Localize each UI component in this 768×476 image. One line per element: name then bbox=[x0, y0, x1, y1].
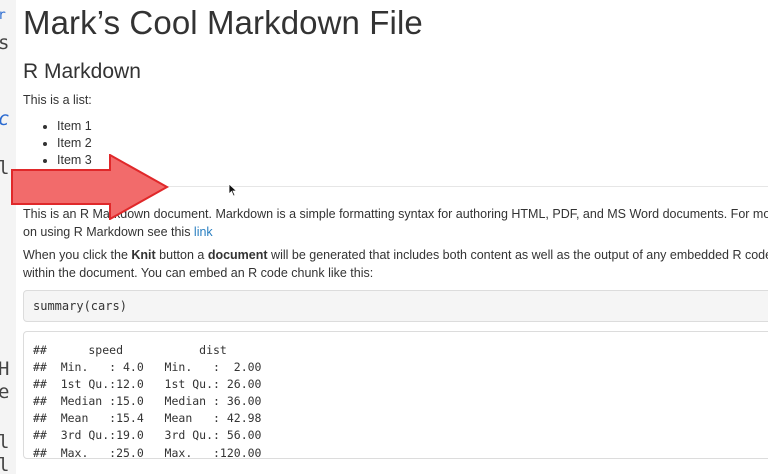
markdown-link[interactable]: link bbox=[194, 225, 213, 239]
editor-glyph: l bbox=[0, 454, 10, 476]
list-item: Item 1 bbox=[57, 118, 92, 135]
code-text: summary(cars) bbox=[33, 299, 127, 313]
document-title: Mark’s Cool Markdown File bbox=[23, 4, 423, 41]
editor-glyph: l bbox=[0, 157, 10, 179]
editor-glyph: H bbox=[0, 358, 10, 380]
red-arrow-annotation bbox=[11, 154, 170, 220]
paragraph-text: will be generated that includes both con… bbox=[267, 248, 768, 262]
editor-glyph: e bbox=[0, 381, 10, 403]
editor-glyph: c bbox=[0, 108, 9, 130]
intro-text: This is a list: bbox=[23, 93, 92, 107]
section-heading: R Markdown bbox=[23, 60, 141, 83]
code-chunk[interactable]: summary(cars) bbox=[23, 290, 768, 322]
paragraph-knit: When you click the Knit button a documen… bbox=[23, 246, 768, 282]
paragraph-text: on using R Markdown see this bbox=[23, 225, 194, 239]
paragraph-text: within the document. You can embed an R … bbox=[23, 266, 374, 280]
paragraph-text: button a bbox=[155, 248, 208, 262]
editor-glyph: s bbox=[0, 32, 10, 54]
output-line: ## Min. : 4.0 Min. : 2.00 bbox=[33, 360, 276, 375]
knit-bold: Knit bbox=[131, 248, 156, 262]
output-line: ## Max. :25.0 Max. :120.00 bbox=[33, 445, 276, 460]
output-line: ## speed dist bbox=[33, 343, 276, 357]
output-line: ## Median :15.0 Median : 36.00 bbox=[33, 394, 276, 409]
list-item: Item 2 bbox=[57, 135, 92, 152]
code-output[interactable]: ## speed dist ## Min. : 4.0 Min. : 2.00 … bbox=[23, 331, 768, 460]
editor-pane[interactable]: r s c l H e l l bbox=[0, 0, 17, 476]
paragraph-text: When you click the bbox=[23, 248, 132, 262]
editor-glyph: r bbox=[0, 8, 6, 23]
document-bold: document bbox=[207, 248, 268, 262]
output-line: ## Mean :15.4 Mean : 42.98 bbox=[33, 411, 276, 426]
editor-glyph: l bbox=[0, 431, 10, 453]
rendered-document: Mark’s Cool Markdown File R Markdown Thi… bbox=[16, 0, 768, 474]
mouse-cursor-icon bbox=[228, 183, 238, 197]
output-line: ## 1st Qu.:12.0 1st Qu.: 26.00 bbox=[33, 377, 276, 392]
output-line: ## 3rd Qu.:19.0 3rd Qu.: 56.00 bbox=[33, 428, 276, 443]
